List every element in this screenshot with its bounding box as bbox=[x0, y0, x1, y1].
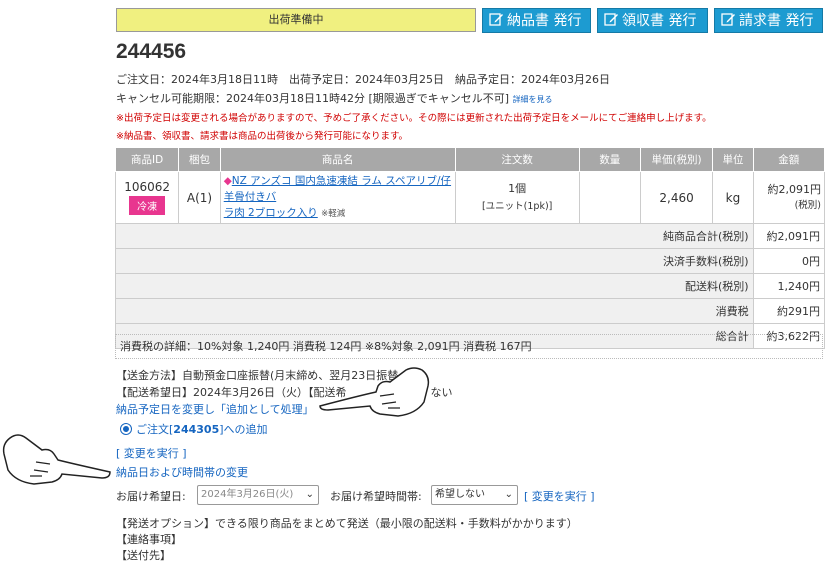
product-name-link[interactable]: NZ アンズコ 国内急速凍結 ラム スペアリブ/仔羊骨付きバ bbox=[224, 175, 451, 203]
col-product-id: 商品ID bbox=[114, 147, 180, 172]
delivery-date-value: 2024年3月26日(火) bbox=[201, 489, 294, 500]
product-name-cell: ◆NZ アンズコ 国内急速凍結 ラム スペアリブ/仔羊骨付きバ ラ肉 2ブロック… bbox=[219, 171, 456, 224]
change-datetime-link[interactable]: 納品日および時間帯の変更 bbox=[116, 464, 248, 480]
summary-label: 消費税 bbox=[115, 298, 754, 324]
edit-icon bbox=[604, 11, 619, 26]
frozen-badge: 冷凍 bbox=[129, 196, 166, 215]
qty-cell bbox=[578, 171, 641, 224]
shipping-option: 【発送オプション】できる限り商品をまとめて発送（最小限の配送料・手数料がかかりま… bbox=[116, 517, 578, 530]
delivery-date-select[interactable]: 2024年3月26日(火) ⌄ bbox=[197, 485, 319, 505]
add-to-order-number: 244305 bbox=[173, 423, 220, 436]
amount-cell: 約2,091円 (税別) bbox=[752, 171, 826, 224]
receipt-button[interactable]: 領収書 発行 bbox=[597, 8, 708, 33]
diamond-icon: ◆ bbox=[223, 175, 232, 187]
product-id: 106062 bbox=[124, 180, 171, 194]
col-product-name: 商品名 bbox=[219, 147, 456, 172]
order-qty: 1個 bbox=[508, 181, 527, 195]
summary-value: 1,240円 bbox=[752, 273, 826, 299]
pack-cell: A(1) bbox=[178, 171, 221, 224]
delivery-wish-tail: ない bbox=[430, 386, 453, 399]
summary-row: 純商品合計(税別) 約2,091円 bbox=[115, 223, 826, 249]
summary-value: 0円 bbox=[752, 248, 826, 274]
summary-row: 配送料(税別) 1,240円 bbox=[115, 273, 826, 299]
order-qty-cell: 1個 [ユニット(1pk)] bbox=[454, 171, 580, 224]
edit-icon bbox=[489, 11, 504, 26]
delivery-note-button[interactable]: 納品書 発行 bbox=[482, 8, 591, 33]
col-amount: 金額 bbox=[752, 147, 826, 172]
notice-shipping-date: ※出荷予定日は変更される場合がありますので、予めご了承ください。その際には更新さ… bbox=[116, 113, 712, 124]
receipt-label: 領収書 発行 bbox=[622, 13, 697, 29]
order-items-table: 商品ID 梱包 商品名 注文数 数量 単価(税別) 単位 金額 106062 冷… bbox=[114, 147, 826, 349]
amount-note: (税別) bbox=[794, 199, 821, 211]
delivery-time-select[interactable]: 希望しない ⌄ bbox=[431, 485, 518, 505]
amount: 約2,091円 bbox=[767, 182, 822, 196]
order-unit: [ユニット(1pk)] bbox=[481, 200, 553, 212]
delivery-wish-text: 【配送希望日】2024年3月26日（火）【配送希 bbox=[116, 386, 347, 399]
reduced-tax-note: ※軽減 bbox=[321, 209, 346, 219]
summary-label: 配送料(税別) bbox=[115, 273, 754, 299]
cancel-deadline: キャンセル可能期限：2024年03月18日11時42分 [期限過ぎでキャンセル不… bbox=[116, 90, 553, 106]
tax-detail: 消費税の詳細：10%対象 1,240円 消費税 124円 ※8%対象 2,091… bbox=[115, 334, 823, 359]
summary-value: 約2,091円 bbox=[752, 223, 826, 249]
summary-label: 純商品合計(税別) bbox=[115, 223, 754, 249]
cancel-detail-link[interactable]: 詳細を見る bbox=[513, 95, 553, 104]
execute-change-link[interactable]: [ 変更を実行 ] bbox=[116, 445, 187, 461]
product-name-link-2[interactable]: ラ肉 2ブロック入り bbox=[224, 207, 318, 219]
execute-change-link-2[interactable]: [ 変更を実行 ] bbox=[524, 488, 595, 504]
col-pack: 梱包 bbox=[178, 147, 221, 172]
summary-label: 決済手数料(税別) bbox=[115, 248, 754, 274]
pointing-hand-icon bbox=[2, 434, 111, 485]
pointing-hand-icon bbox=[319, 367, 430, 417]
chevron-down-icon: ⌄ bbox=[504, 489, 513, 500]
table-row: 106062 冷凍 A(1) ◆NZ アンズコ 国内急速凍結 ラム スペアリブ/… bbox=[114, 171, 826, 224]
process-as-addition-link[interactable]: 納品予定日を変更し「追加として処理」 bbox=[116, 401, 314, 417]
add-to-order-prefix: ご注文[ bbox=[136, 423, 174, 436]
summary-row: 決済手数料(税別) 0円 bbox=[115, 248, 826, 274]
contact-heading: 【連絡事項】 bbox=[116, 533, 182, 546]
add-to-order-option[interactable]: ご注文[244305]への追加 bbox=[120, 421, 268, 437]
chevron-down-icon: ⌄ bbox=[305, 489, 314, 500]
summary-value: 約291円 bbox=[752, 298, 826, 324]
edit-icon bbox=[721, 11, 736, 26]
col-qty: 数量 bbox=[578, 147, 641, 172]
ship-to-heading: 【送付先】 bbox=[116, 549, 171, 562]
invoice-button[interactable]: 請求書 発行 bbox=[714, 8, 823, 33]
delivery-date-label: お届け希望日: bbox=[116, 490, 186, 503]
add-to-order-suffix: ]への追加 bbox=[219, 423, 268, 436]
col-unit-price: 単価(税別) bbox=[639, 147, 714, 172]
delivery-note-label: 納品書 発行 bbox=[507, 13, 582, 29]
col-unit: 単位 bbox=[712, 147, 754, 172]
order-number: 244456 bbox=[116, 40, 187, 63]
table-header: 商品ID 梱包 商品名 注文数 数量 単価(税別) 単位 金額 bbox=[114, 147, 826, 172]
invoice-label: 請求書 発行 bbox=[739, 13, 814, 29]
order-dates: ご注文日：2024年3月18日11時 出荷予定日：2024年03月25日 納品予… bbox=[116, 73, 610, 86]
delivery-time-label: お届け希望時間帯: bbox=[330, 490, 422, 503]
delivery-time-value: 希望しない bbox=[435, 489, 485, 500]
product-id-cell: 106062 冷凍 bbox=[114, 171, 180, 224]
notice-documents: ※納品書、領収書、請求書は商品の出荷後から発行可能になります。 bbox=[116, 131, 409, 142]
unit-cell: kg bbox=[712, 171, 754, 224]
cancel-deadline-text: キャンセル可能期限：2024年03月18日11時42分 [期限過ぎでキャンセル不… bbox=[116, 92, 510, 105]
unit-price-cell: 2,460 bbox=[639, 171, 714, 224]
radio-selected-icon[interactable] bbox=[120, 423, 132, 435]
summary-row: 消費税 約291円 bbox=[115, 298, 826, 324]
col-order-qty: 注文数 bbox=[454, 147, 580, 172]
order-status-bar: 出荷準備中 bbox=[116, 8, 476, 32]
